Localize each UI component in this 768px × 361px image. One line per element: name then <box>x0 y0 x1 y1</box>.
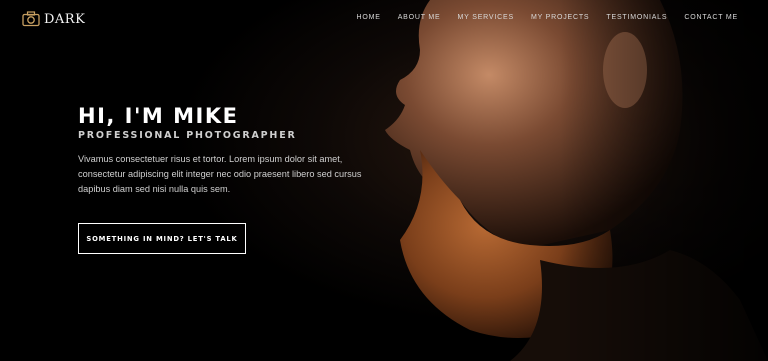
nav-menu: HOME ABOUT ME MY SERVICES MY PROJECTS TE… <box>356 14 738 21</box>
camera-icon <box>22 11 40 27</box>
nav-item-services[interactable]: MY SERVICES <box>458 14 514 21</box>
nav-item-about[interactable]: ABOUT ME <box>398 14 441 21</box>
top-navigation: DARK HOME ABOUT ME MY SERVICES MY PROJEC… <box>0 0 768 38</box>
brand-name: DARK <box>44 11 86 27</box>
hero-subtitle: PROFESSIONAL PHOTOGRAPHER <box>78 130 297 141</box>
hero-content: HI, I'M MIKE PROFESSIONAL PHOTOGRAPHER V… <box>78 104 378 197</box>
nav-item-projects[interactable]: MY PROJECTS <box>531 14 589 21</box>
hero-headline: HI, I'M MIKE <box>78 104 239 128</box>
nav-item-testimonials[interactable]: TESTIMONIALS <box>606 14 667 21</box>
nav-item-contact[interactable]: CONTACT ME <box>684 14 738 21</box>
contact-cta-button[interactable]: SOMETHING IN MIND? LET'S TALK <box>78 223 246 254</box>
portrait-photo <box>385 0 768 361</box>
hero-section: DARK HOME ABOUT ME MY SERVICES MY PROJEC… <box>0 0 768 361</box>
nav-item-home[interactable]: HOME <box>356 14 380 21</box>
brand-logo[interactable]: DARK <box>22 10 85 28</box>
hero-description: Vivamus consectetuer risus et tortor. Lo… <box>78 154 362 194</box>
